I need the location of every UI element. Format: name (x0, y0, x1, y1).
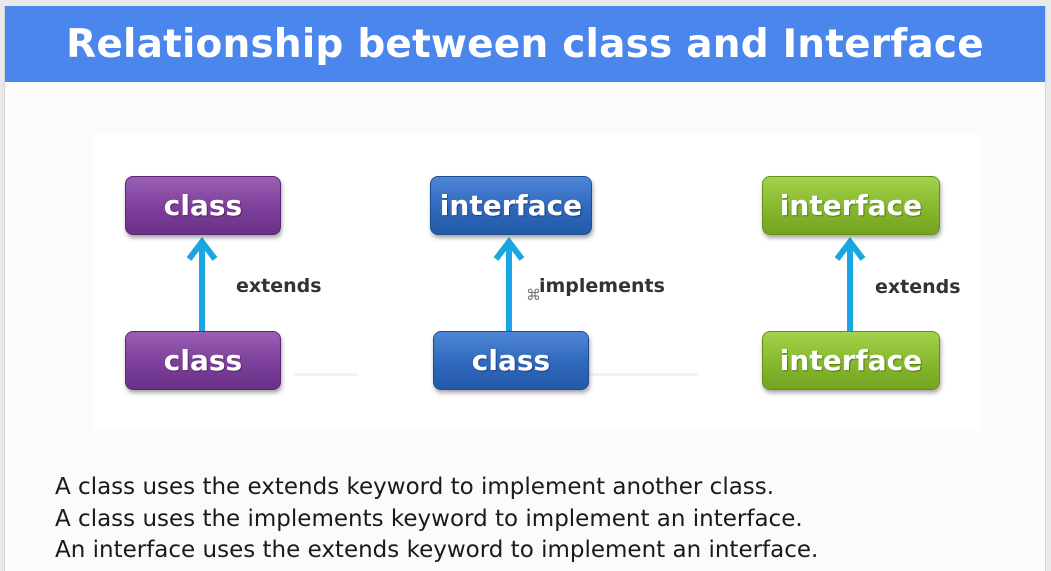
diagram-1-bottom-box: class (125, 331, 281, 390)
decorative-line (293, 373, 357, 376)
diagram-2-bottom-box: class (433, 331, 589, 390)
diagram-1-relation-label: extends (236, 275, 322, 297)
decorative-line (589, 373, 699, 376)
diagram-3-bottom-box: interface (762, 331, 940, 390)
description-line: A class uses the extends keyword to impl… (55, 474, 775, 500)
slide: Relationship between class and Interface… (4, 6, 1046, 571)
description-list: A class uses the extends keyword to impl… (55, 472, 818, 567)
description-line: A class uses the implements keyword to i… (55, 505, 803, 532)
diagram-3-relation-label: extends (875, 276, 961, 298)
relationship-diagram: class extends class interface implements… (93, 134, 981, 430)
diagram-2-relation-label: implements (539, 275, 665, 297)
diagram-3-top-box: interface (762, 176, 940, 235)
diagram-2-top-box: interface (430, 176, 592, 235)
description-line: An interface uses the extends keyword to… (55, 537, 819, 563)
move-cursor-icon: ⌘ (526, 286, 541, 304)
slide-title: Relationship between class and Interface (66, 21, 984, 67)
diagram-1-top-box: class (125, 176, 281, 235)
title-bar: Relationship between class and Interface (5, 6, 1045, 82)
